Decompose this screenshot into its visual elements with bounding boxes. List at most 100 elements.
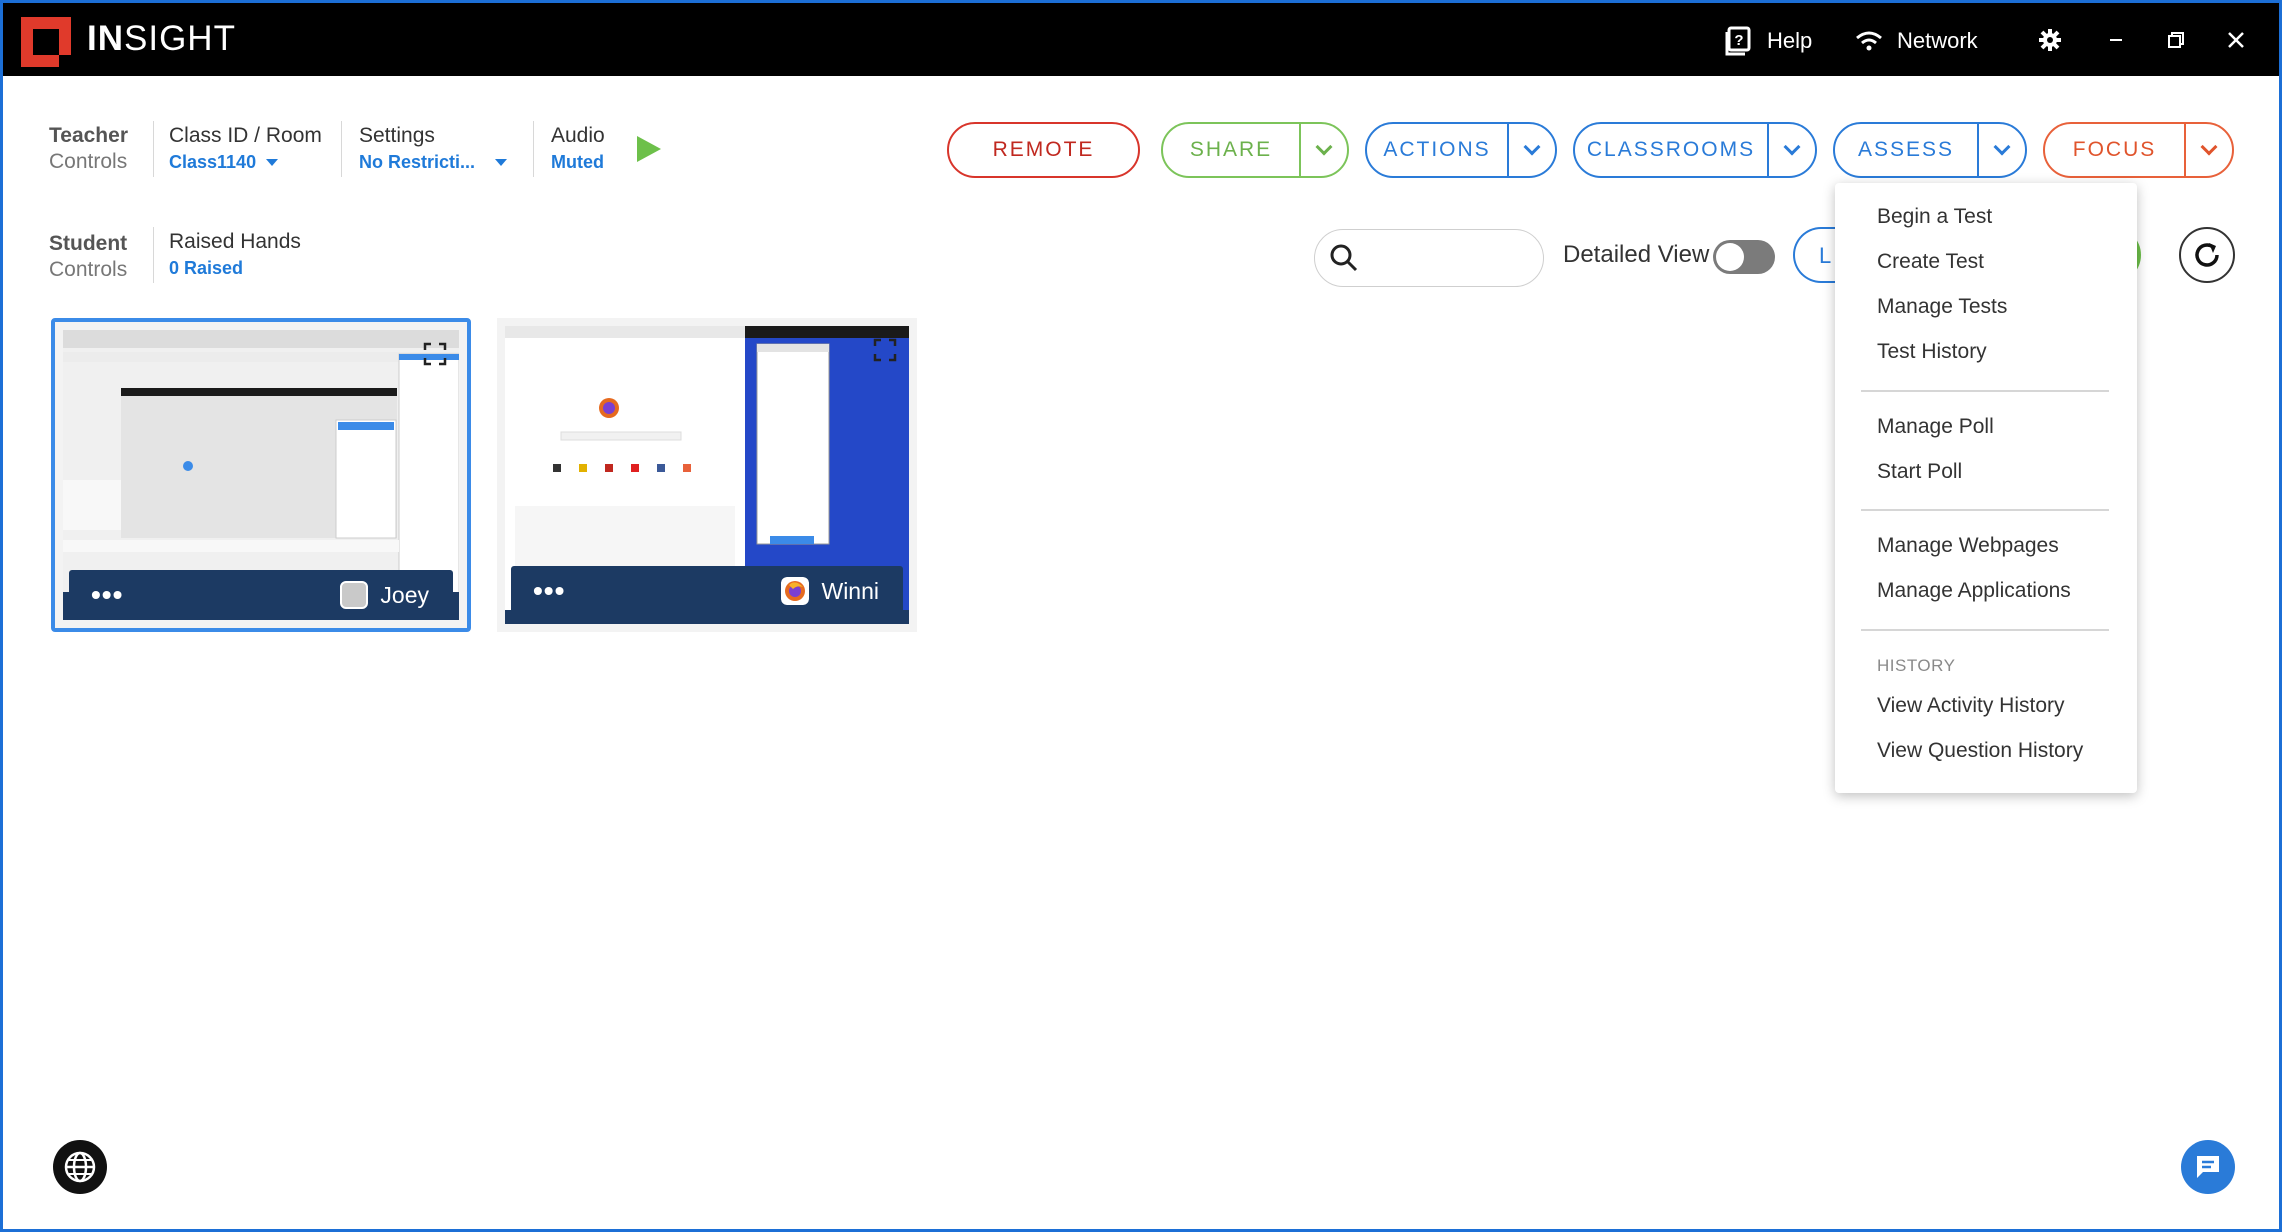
close-button[interactable]	[2219, 23, 2253, 57]
focus-button[interactable]: FOCUS	[2043, 122, 2234, 178]
minimize-icon	[2110, 39, 2122, 41]
actions-label: ACTIONS	[1383, 138, 1491, 161]
globe-icon	[64, 1151, 96, 1183]
menu-item-view-activity-history[interactable]: View Activity History	[1877, 694, 2065, 718]
class-room-selector[interactable]: Class ID / Room Class1140	[169, 123, 322, 175]
title-bar: INSIGHT ? Help Network	[3, 3, 2279, 76]
divider	[533, 121, 534, 177]
language-button[interactable]	[53, 1140, 107, 1194]
chevron-down-icon	[1523, 138, 1541, 156]
audio-control[interactable]: Audio Muted	[551, 123, 605, 175]
raised-hands-value: 0 Raised	[169, 258, 244, 278]
menu-separator	[1861, 390, 2109, 392]
chevron-down-icon	[495, 158, 508, 166]
menu-header-history: HISTORY	[1877, 656, 1956, 675]
network-label: Network	[1897, 28, 1978, 53]
play-icon[interactable]	[637, 136, 661, 162]
gear-icon	[2039, 29, 2061, 51]
expand-icon[interactable]	[423, 342, 447, 366]
svg-text:?: ?	[1734, 32, 1743, 49]
actions-button[interactable]: ACTIONS	[1365, 122, 1557, 178]
teacher-controls-title: Teacher Controls	[49, 124, 128, 173]
raised-hands-control[interactable]: Raised Hands 0 Raised	[169, 229, 301, 281]
menu-item-manage-applications[interactable]: Manage Applications	[1877, 579, 2071, 603]
divider	[341, 121, 342, 177]
chevron-down-icon	[1315, 138, 1333, 156]
settings-button[interactable]	[2033, 23, 2067, 57]
divider	[153, 121, 154, 177]
assess-label: ASSESS	[1857, 138, 1955, 161]
app-brand: INSIGHT	[87, 19, 236, 58]
classrooms-label: CLASSROOMS	[1586, 138, 1756, 161]
settings-label: Settings	[359, 124, 435, 147]
divider	[153, 227, 154, 283]
more-options-icon[interactable]: •••	[91, 581, 123, 609]
menu-item-manage-tests[interactable]: Manage Tests	[1877, 295, 2007, 319]
chevron-down-icon	[1783, 138, 1801, 156]
menu-item-create-test[interactable]: Create Test	[1877, 250, 1984, 274]
detailed-view-label: Detailed View	[1563, 241, 1710, 268]
assess-dropdown[interactable]	[1977, 124, 2025, 176]
remote-button[interactable]: REMOTE	[947, 122, 1140, 178]
focus-label: FOCUS	[2072, 138, 2157, 161]
partially-hidden-label: L	[1819, 243, 1832, 268]
raised-hands-label: Raised Hands	[169, 230, 301, 253]
classrooms-dropdown[interactable]	[1767, 124, 1815, 176]
insight-logo	[21, 17, 71, 67]
menu-separator	[1861, 509, 2109, 511]
class-room-label: Class ID / Room	[169, 124, 322, 147]
menu-item-test-history[interactable]: Test History	[1877, 340, 1987, 364]
expand-icon[interactable]	[873, 338, 897, 362]
audio-value: Muted	[551, 152, 604, 172]
chevron-down-icon	[1993, 138, 2011, 156]
menu-item-view-question-history[interactable]: View Question History	[1877, 739, 2083, 763]
app-window: INSIGHT ? Help Network Teacher Controls …	[0, 0, 2282, 1232]
audio-label: Audio	[551, 124, 605, 147]
assess-button[interactable]: ASSESS	[1833, 122, 2027, 178]
student-thumbnail[interactable]: ••• Joey	[51, 318, 471, 632]
classrooms-button[interactable]: CLASSROOMS	[1573, 122, 1817, 178]
menu-separator	[1861, 629, 2109, 631]
search-icon	[1330, 244, 1358, 272]
help-label: Help	[1767, 28, 1813, 53]
share-button[interactable]: SHARE	[1161, 122, 1349, 178]
student-controls-title: Student Controls	[49, 232, 128, 281]
share-dropdown[interactable]	[1299, 124, 1347, 176]
help-button[interactable]: ? Help	[1725, 25, 1812, 57]
refresh-icon	[2195, 243, 2219, 267]
network-button[interactable]: Network	[1855, 25, 1978, 57]
search-input[interactable]	[1369, 246, 1529, 270]
chevron-down-icon	[266, 158, 279, 166]
share-label: SHARE	[1189, 138, 1273, 161]
menu-item-manage-poll[interactable]: Manage Poll	[1877, 415, 1994, 439]
student-thumbnail[interactable]: ••• Winni	[497, 318, 917, 632]
minimize-button[interactable]	[2099, 23, 2133, 57]
more-options-icon[interactable]: •••	[533, 577, 565, 605]
restore-icon	[2168, 32, 2184, 48]
class-room-value: Class1140	[169, 152, 257, 172]
student-name: Winni	[821, 577, 879, 604]
settings-selector[interactable]: Settings No Restricti...	[359, 123, 508, 175]
student-name: Joey	[380, 581, 429, 608]
restore-button[interactable]	[2159, 23, 2193, 57]
chevron-down-icon	[2200, 138, 2218, 156]
detailed-view-toggle[interactable]	[1713, 240, 1775, 274]
student-name-bar: ••• Winni	[511, 566, 903, 616]
settings-value: No Restricti...	[359, 152, 476, 172]
help-icon: ?	[1725, 26, 1751, 56]
menu-item-start-poll[interactable]: Start Poll	[1877, 460, 1962, 484]
wifi-icon	[1856, 31, 1882, 51]
actions-dropdown[interactable]	[1507, 124, 1555, 176]
student-name-bar: ••• Joey	[69, 570, 453, 620]
app-icon	[340, 581, 369, 609]
assess-dropdown-menu: Begin a Test Create Test Manage Tests Te…	[1835, 183, 2137, 793]
menu-item-begin-test[interactable]: Begin a Test	[1877, 205, 1992, 229]
search-box[interactable]	[1314, 229, 1544, 287]
firefox-icon	[781, 577, 810, 605]
menu-item-manage-webpages[interactable]: Manage Webpages	[1877, 534, 2059, 558]
focus-dropdown[interactable]	[2184, 124, 2232, 176]
chat-button[interactable]	[2181, 1140, 2235, 1194]
chat-icon	[2197, 1156, 2219, 1178]
refresh-button[interactable]	[2179, 227, 2235, 283]
remote-label: REMOTE	[992, 138, 1095, 161]
